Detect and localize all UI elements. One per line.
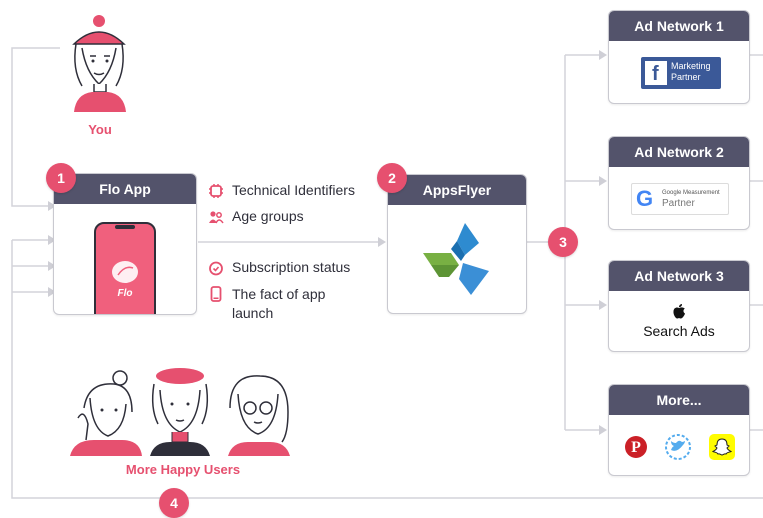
svg-text:P: P bbox=[631, 439, 641, 456]
facebook-marketing-partner-logo: f Marketing Partner bbox=[641, 57, 721, 89]
feature-text: Technical Identifiers bbox=[232, 182, 355, 198]
you-label: You bbox=[88, 122, 112, 137]
appsflyer-title: AppsFlyer bbox=[388, 175, 526, 205]
feature-technical-identifiers: Technical Identifiers bbox=[208, 182, 355, 199]
logo-line-1: Marketing bbox=[671, 61, 711, 71]
badge-2: 2 bbox=[377, 163, 407, 193]
ad-network-more-card: More... P bbox=[608, 384, 750, 476]
badge-4: 4 bbox=[159, 488, 189, 518]
ad-network-1-title: Ad Network 1 bbox=[609, 11, 749, 41]
phone-logo-text: Flo bbox=[117, 288, 133, 299]
happy-users-illustration bbox=[70, 368, 290, 456]
more-title: More... bbox=[609, 385, 749, 415]
people-icon bbox=[209, 211, 224, 224]
badge-1: 1 bbox=[46, 163, 76, 193]
twitter-icon bbox=[665, 434, 691, 460]
ad-network-2-title: Ad Network 2 bbox=[609, 137, 749, 167]
ad-network-3-title: Ad Network 3 bbox=[609, 261, 749, 291]
google-icon: G bbox=[636, 186, 654, 211]
google-measurement-partner-logo: G Google Measurement Partner bbox=[631, 183, 729, 215]
ad-network-3-card: Ad Network 3 Search Ads bbox=[608, 260, 750, 352]
feature-subscription-status: Subscription status bbox=[208, 259, 350, 276]
feature-app-launch: The fact of app launch bbox=[208, 285, 348, 323]
flo-app-card: Flo App Flo bbox=[53, 173, 197, 315]
phone-icon bbox=[210, 286, 222, 302]
phone-illustration bbox=[94, 222, 156, 314]
logo-line-2: Partner bbox=[671, 72, 701, 82]
feature-text: Subscription status bbox=[232, 259, 351, 275]
feature-text: Age groups bbox=[232, 208, 304, 224]
clock-icon bbox=[209, 261, 223, 276]
logo-line-2: Partner bbox=[662, 198, 695, 209]
ad-network-2-card: Ad Network 2 G Google Measurement Partne… bbox=[608, 136, 750, 230]
snapchat-icon bbox=[709, 434, 735, 460]
happy-users-label: More Happy Users bbox=[125, 462, 241, 477]
chip-icon bbox=[209, 184, 223, 198]
search-ads-label: Search Ads bbox=[643, 323, 715, 339]
pinterest-icon: P bbox=[625, 436, 647, 458]
logo-line-1: Google Measurement bbox=[662, 190, 720, 196]
apple-icon bbox=[673, 304, 685, 319]
feature-age-groups: Age groups bbox=[208, 208, 304, 225]
feature-text: The fact of app launch bbox=[232, 286, 326, 321]
appsflyer-card: AppsFlyer bbox=[387, 174, 527, 314]
ad-network-1-card: Ad Network 1 f Marketing Partner bbox=[608, 10, 750, 104]
appsflyer-logo-icon bbox=[423, 223, 489, 295]
facebook-icon: f bbox=[645, 61, 667, 85]
badge-3: 3 bbox=[548, 227, 578, 257]
you-illustration bbox=[72, 15, 126, 112]
